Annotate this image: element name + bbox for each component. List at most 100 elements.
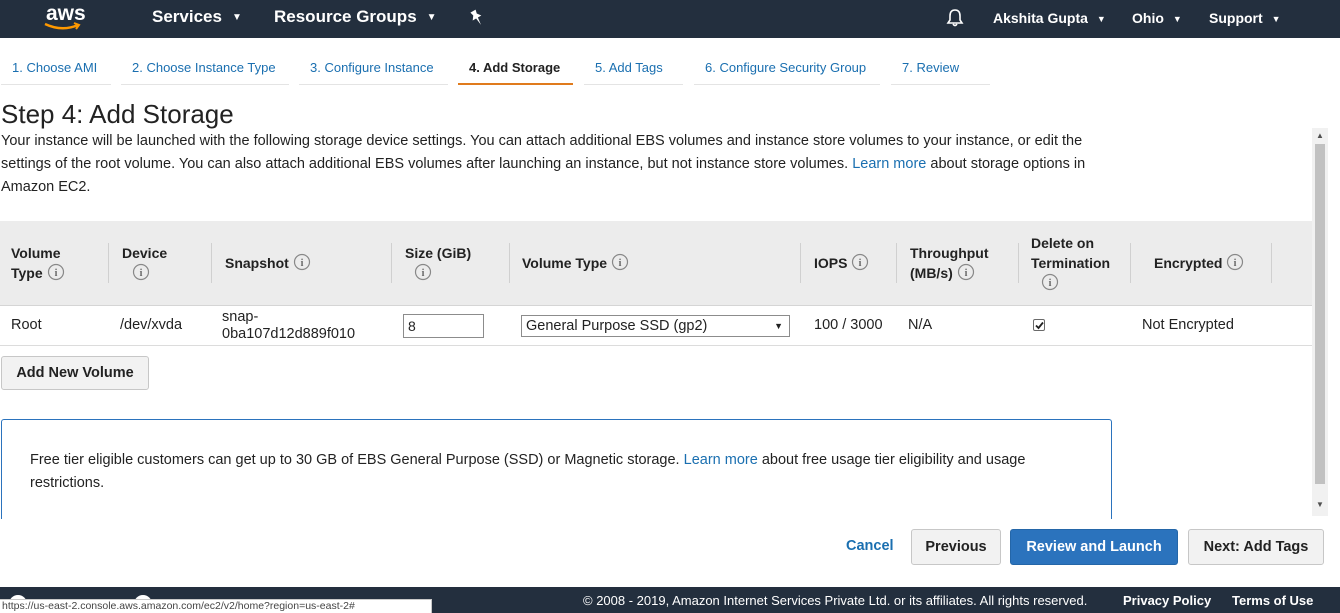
chevron-down-icon: ▼ (231, 12, 242, 23)
add-new-volume-button[interactable]: Add New Volume (1, 356, 149, 390)
delete-on-termination-checkbox[interactable] (1033, 319, 1045, 331)
info-icon[interactable]: i (957, 263, 975, 281)
info-icon[interactable]: i (611, 253, 629, 271)
region-menu[interactable]: Ohio ▼ (1132, 0, 1182, 38)
header-delete-line2: Termination (1031, 255, 1111, 271)
services-label: Services (152, 7, 222, 26)
header-size: Size (GiB) i (405, 243, 471, 283)
tab-add-storage[interactable]: 4. Add Storage (458, 56, 573, 85)
previous-button[interactable]: Previous (911, 529, 1001, 565)
cell-snapshot-line2: 0ba107d12d889f010 (222, 326, 356, 342)
svg-text:i: i (964, 268, 967, 279)
scrollbar[interactable]: ▲ ▼ (1312, 128, 1328, 516)
chevron-down-icon: ▼ (1096, 14, 1106, 24)
aws-smile-icon (44, 22, 81, 30)
scroll-down-icon[interactable]: ▼ (1316, 500, 1324, 509)
cell-encrypted: Not Encrypted (1142, 317, 1234, 333)
info-icon[interactable]: i (293, 253, 311, 271)
info-icon[interactable]: i (1226, 253, 1244, 271)
header-throughput-line1: Throughput (910, 245, 989, 261)
header-device-label: Device (122, 245, 168, 261)
cancel-button[interactable]: Cancel (846, 538, 894, 554)
header-volume-type: Volume Type i (11, 243, 65, 283)
header-throughput: Throughput (MB/s) i (910, 243, 989, 283)
checkmark-icon (1035, 321, 1044, 330)
svg-text:i: i (300, 258, 303, 269)
svg-text:i: i (1049, 278, 1052, 289)
terms-of-use-link[interactable]: Terms of Use (1232, 593, 1313, 608)
user-menu[interactable]: Akshita Gupta ▼ (993, 0, 1106, 38)
header-snapshot: Snapshot i (225, 253, 311, 273)
header-iops: IOPS i (814, 253, 869, 273)
table-row: Root /dev/xvda snap- 0ba107d12d889f010 G… (0, 307, 1312, 346)
region-label: Ohio (1132, 10, 1164, 26)
pin-icon[interactable] (469, 9, 485, 27)
header-delete-line1: Delete on (1031, 235, 1095, 251)
svg-text:i: i (54, 268, 57, 279)
wizard-tabs: 1. Choose AMI 2. Choose Instance Type 3.… (0, 56, 1000, 86)
cell-volume-type: Root (11, 317, 42, 333)
resource-groups-label: Resource Groups (274, 7, 417, 26)
bell-icon[interactable] (945, 8, 965, 28)
scroll-up-icon[interactable]: ▲ (1316, 131, 1324, 140)
header-device: Device i (122, 243, 167, 283)
chevron-down-icon: ▼ (426, 12, 437, 23)
tab-add-tags[interactable]: 5. Add Tags (584, 56, 683, 85)
svg-text:i: i (1234, 258, 1237, 269)
info-icon[interactable]: i (414, 263, 432, 281)
support-menu[interactable]: Support ▼ (1209, 0, 1281, 38)
table-header: Volume Type i Device i Snapshot i Size (… (0, 221, 1312, 306)
status-bar-url: https://us-east-2.console.aws.amazon.com… (0, 599, 432, 613)
support-label: Support (1209, 10, 1263, 26)
header-snapshot-label: Snapshot (225, 255, 289, 271)
cell-device: /dev/xvda (120, 317, 183, 333)
cell-snapshot: snap- 0ba107d12d889f010 (222, 309, 355, 343)
cell-iops: 100 / 3000 (814, 317, 883, 333)
svg-text:i: i (422, 268, 425, 279)
review-and-launch-button[interactable]: Review and Launch (1010, 529, 1178, 565)
top-navbar: aws Services ▼ Resource Groups ▼ Akshita G… (0, 0, 1340, 38)
header-iops-label: IOPS (814, 255, 848, 271)
svg-text:i: i (140, 268, 143, 279)
learn-more-link[interactable]: Learn more (852, 156, 926, 172)
tab-review[interactable]: 7. Review (891, 56, 990, 85)
header-size-label: Size (GiB) (405, 245, 472, 261)
tab-choose-ami[interactable]: 1. Choose AMI (1, 56, 111, 85)
info-icon[interactable]: i (851, 253, 869, 271)
header-volume-type-line2: Type i (11, 263, 65, 283)
notice-text-start: Free tier eligible customers can get up … (30, 452, 680, 468)
header-vol-type-label: Volume Type (522, 255, 608, 271)
header-volume-type-col: Volume Type i (522, 253, 629, 273)
aws-logo[interactable]: aws (44, 2, 94, 34)
next-add-tags-button[interactable]: Next: Add Tags (1188, 529, 1324, 565)
header-encrypted-label: Encrypted (1154, 255, 1223, 271)
volume-type-select[interactable]: General Purpose SSD (gp2) ▼ (521, 315, 790, 337)
size-input[interactable] (403, 314, 484, 338)
notice-learn-more-link[interactable]: Learn more (684, 452, 758, 468)
resource-groups-menu[interactable]: Resource Groups ▼ (274, 0, 437, 38)
header-volume-type-line1: Volume (11, 245, 61, 261)
volume-type-selected: General Purpose SSD (gp2) (526, 318, 708, 334)
tab-configure-security-group[interactable]: 6. Configure Security Group (694, 56, 880, 85)
svg-text:i: i (619, 258, 622, 269)
info-icon[interactable]: i (1041, 273, 1059, 291)
header-encrypted: Encrypted i (1154, 253, 1244, 273)
tab-configure-instance[interactable]: 3. Configure Instance (299, 56, 448, 85)
svg-text:i: i (859, 258, 862, 269)
header-delete-on-termination: Delete on Termination i (1031, 233, 1110, 293)
page-description: Your instance will be launched with the … (1, 130, 1111, 199)
info-icon[interactable]: i (132, 263, 150, 281)
scrollbar-thumb[interactable] (1315, 144, 1325, 484)
chevron-down-icon: ▼ (774, 321, 783, 331)
services-menu[interactable]: Services ▼ (152, 0, 242, 38)
chevron-down-icon: ▼ (1172, 14, 1182, 24)
user-name: Akshita Gupta (993, 10, 1088, 26)
privacy-policy-link[interactable]: Privacy Policy (1123, 593, 1211, 608)
chevron-down-icon: ▼ (1271, 14, 1281, 24)
tab-choose-instance-type[interactable]: 2. Choose Instance Type (121, 56, 289, 85)
copyright-text: © 2008 - 2019, Amazon Internet Services … (583, 593, 1088, 608)
info-icon[interactable]: i (47, 263, 65, 281)
free-tier-notice: Free tier eligible customers can get up … (1, 419, 1112, 519)
notice-text: Free tier eligible customers can get up … (30, 449, 1080, 495)
cell-snapshot-line1: snap- (222, 309, 259, 325)
